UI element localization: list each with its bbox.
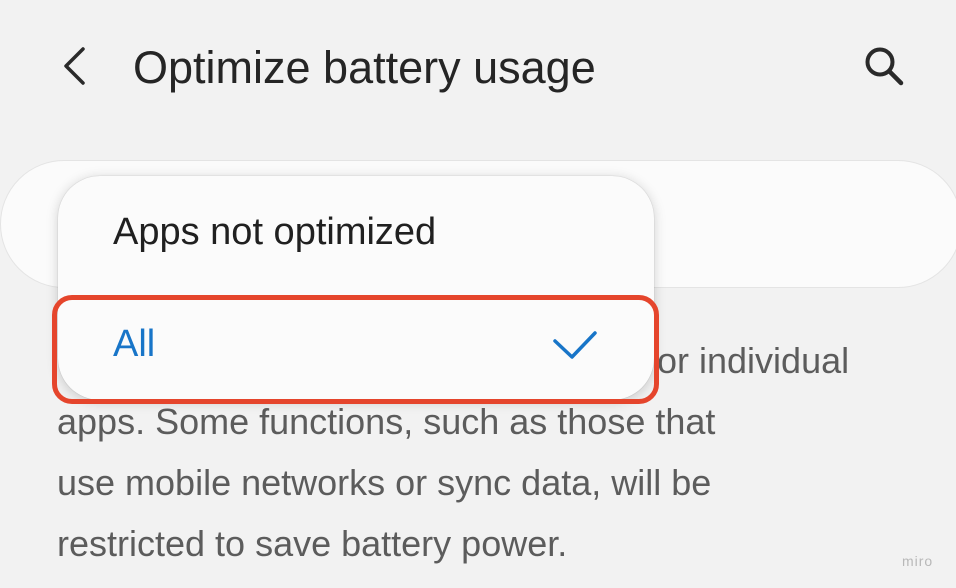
description-line: use mobile networks or sync data, will b…	[57, 462, 712, 503]
back-button[interactable]	[50, 42, 98, 94]
dropdown-option-all[interactable]: All	[58, 288, 654, 400]
dropdown-option-label: All	[113, 322, 156, 365]
description-line: restricted to save battery power.	[57, 523, 568, 564]
dropdown-option-apps-not-optimized[interactable]: Apps not optimized	[58, 176, 654, 288]
chevron-left-icon	[61, 46, 87, 91]
search-button[interactable]	[858, 42, 910, 94]
screen: Optimize battery usage or individual app…	[0, 0, 956, 588]
watermark: miro	[902, 553, 934, 569]
page-title: Optimize battery usage	[133, 42, 596, 93]
dropdown-option-label: Apps not optimized	[113, 210, 437, 253]
filter-dropdown-menu: Apps not optimized All	[58, 176, 654, 400]
description-line: apps. Some functions, such as those that	[57, 401, 716, 442]
check-icon	[552, 328, 598, 360]
search-icon	[863, 45, 905, 92]
